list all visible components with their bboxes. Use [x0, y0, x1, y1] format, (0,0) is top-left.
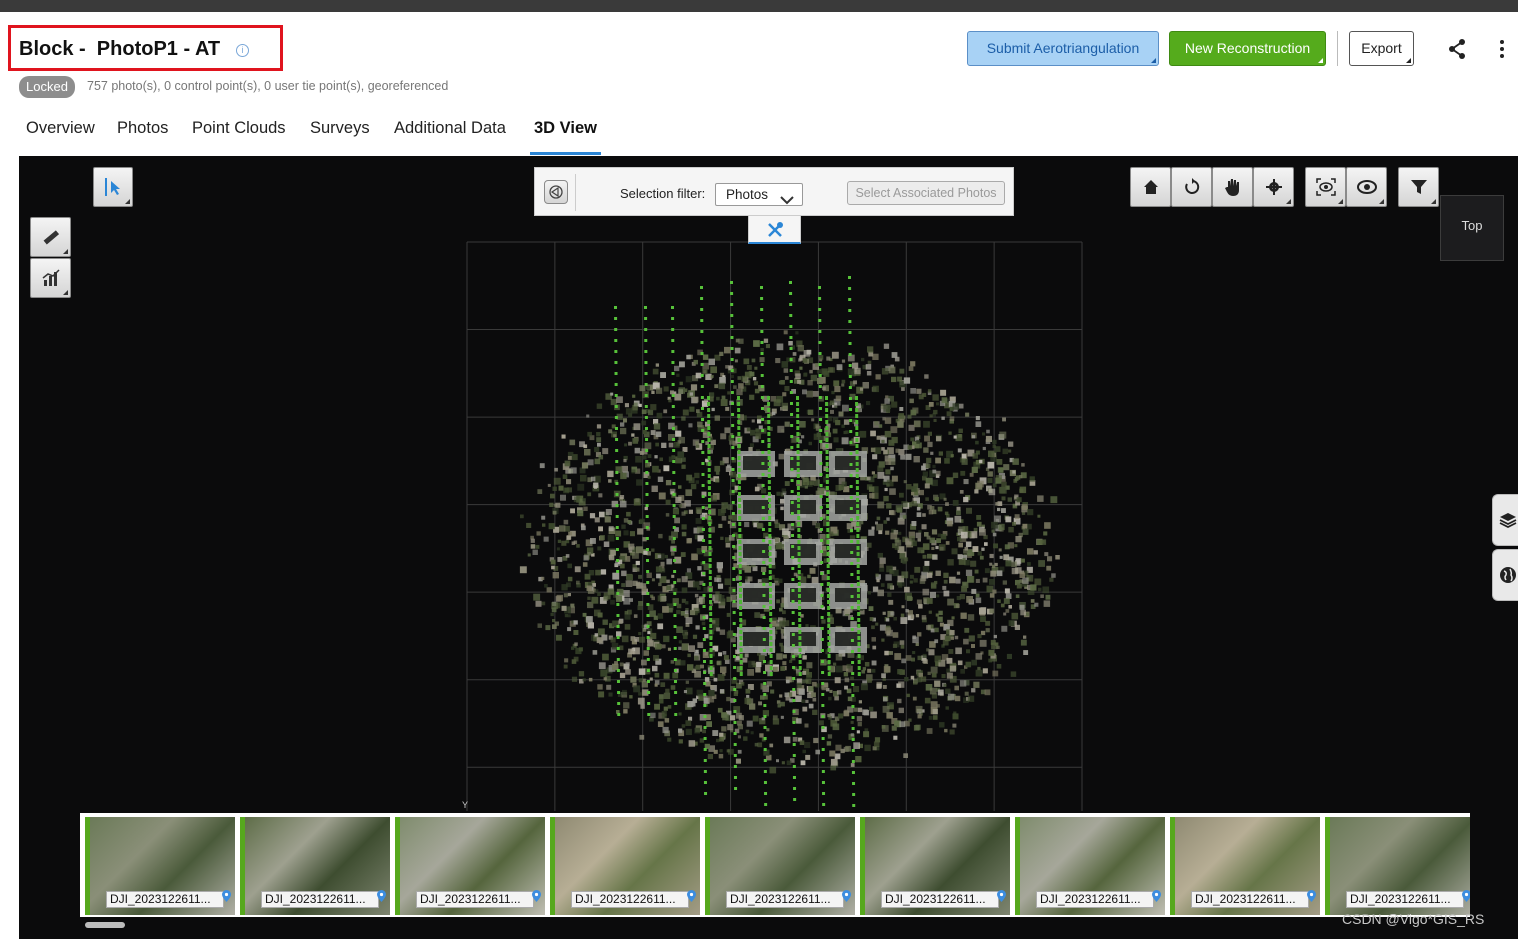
location-pin-icon [532, 889, 541, 907]
layers-icon [1499, 511, 1517, 534]
photo-name: DJI_2023122611... [416, 891, 534, 908]
watermark: CSDN @Vigo*GIS_RS [1342, 911, 1485, 927]
layers-panel-tab[interactable] [1492, 494, 1518, 546]
photo-thumbnail[interactable]: DJI_2023122611... [1015, 817, 1165, 915]
view-orientation-label[interactable]: Top [1440, 195, 1504, 261]
photo-thumbnail[interactable]: DJI_2023122611... [240, 817, 390, 915]
photo-thumbnail[interactable]: DJI_2023122611... [550, 817, 700, 915]
tab-3d-view[interactable]: 3D View [534, 119, 597, 138]
tab-additional-data[interactable]: Additional Data [394, 119, 506, 138]
photo-thumbnail[interactable]: DJI_2023122611... [395, 817, 545, 915]
photo-thumbnail[interactable]: DJI_2023122611... [1325, 817, 1470, 915]
globe-icon [1499, 566, 1517, 589]
tab-surveys[interactable]: Surveys [310, 119, 370, 138]
tab-point-clouds[interactable]: Point Clouds [192, 119, 286, 138]
home-view-button[interactable] [1130, 167, 1171, 207]
photo-thumbnail[interactable]: DJI_2023122611... [85, 817, 235, 915]
block-summary: 757 photo(s), 0 control point(s), 0 user… [87, 79, 449, 93]
dropdown-corner-icon [1379, 199, 1384, 204]
page-title: Block - PhotoP1 - AT [19, 38, 221, 60]
active-tab-indicator [530, 152, 601, 155]
dropdown-corner-icon [1338, 199, 1343, 204]
photo-filmstrip[interactable]: DJI_2023122611... DJI_2023122611... DJI_20… [80, 813, 1470, 917]
selection-filter-label: Selection filter: [620, 186, 706, 201]
settings-button[interactable] [1253, 167, 1294, 207]
photo-name: DJI_2023122611... [881, 891, 999, 908]
toolbar-collapse-button[interactable] [544, 180, 568, 204]
header-divider [1337, 31, 1338, 66]
location-pin-icon [1462, 889, 1470, 907]
pan-button[interactable] [1212, 167, 1253, 207]
photo-name: DJI_2023122611... [571, 891, 689, 908]
photo-thumbnail[interactable]: DJI_2023122611... [1170, 817, 1320, 915]
select-associated-photos-button[interactable]: Select Associated Photos [847, 181, 1005, 205]
geo-panel-tab[interactable] [1492, 549, 1518, 601]
photo-thumbnail[interactable]: DJI_2023122611... [705, 817, 855, 915]
select-tool-button[interactable] [93, 167, 133, 207]
location-pin-icon [1307, 889, 1316, 907]
orbit-button[interactable] [1171, 167, 1212, 207]
tools-tab[interactable] [748, 216, 801, 244]
dropdown-corner-icon [1406, 58, 1411, 63]
chevron-down-icon [780, 190, 794, 211]
dropdown-corner-icon [1151, 58, 1156, 63]
more-options-icon[interactable] [1494, 38, 1510, 60]
filter-divider [575, 174, 576, 211]
window-top-bar [0, 0, 1518, 12]
tab-photos[interactable]: Photos [117, 119, 168, 138]
location-pin-icon [997, 889, 1006, 907]
export-button[interactable]: Export [1349, 31, 1414, 66]
dropdown-corner-icon [1431, 199, 1436, 204]
y-axis-label: Y [462, 800, 469, 810]
dropdown-corner-icon [1318, 58, 1323, 63]
status-badge: Locked [19, 76, 75, 98]
share-icon[interactable] [1447, 38, 1467, 60]
point-cloud [519, 330, 1060, 774]
photo-name: DJI_2023122611... [106, 891, 224, 908]
photo-thumbnail[interactable]: DJI_2023122611... [860, 817, 1010, 915]
photo-name: DJI_2023122611... [1036, 891, 1154, 908]
photo-name: DJI_2023122611... [726, 891, 844, 908]
submit-button-label: Submit Aerotriangulation [986, 40, 1140, 56]
measure-tool-button[interactable] [30, 217, 71, 257]
selection-filter-dropdown[interactable]: Photos [715, 183, 803, 206]
tools-icon [766, 221, 784, 244]
focus-button[interactable] [1305, 167, 1346, 207]
dropdown-corner-icon [1286, 199, 1291, 204]
location-pin-icon [1152, 889, 1161, 907]
analysis-tool-button[interactable] [30, 258, 71, 298]
photo-name: DJI_2023122611... [1191, 891, 1309, 908]
new-reconstruction-button[interactable]: New Reconstruction [1169, 31, 1326, 66]
dropdown-corner-icon [63, 290, 68, 295]
filmstrip-scrollbar[interactable] [85, 922, 125, 928]
filter-button[interactable] [1398, 167, 1439, 207]
location-pin-icon [377, 889, 386, 907]
location-pin-icon [842, 889, 851, 907]
location-pin-icon [687, 889, 696, 907]
new-reconstruction-label: New Reconstruction [1184, 40, 1311, 56]
dropdown-corner-icon [125, 199, 130, 204]
dropdown-corner-icon [63, 249, 68, 254]
info-icon[interactable]: i [236, 44, 249, 57]
export-label: Export [1361, 40, 1402, 56]
selection-filter-bar: Selection filter: Photos Select Associat… [534, 167, 1014, 216]
selection-filter-value: Photos [726, 187, 769, 202]
photo-name: DJI_2023122611... [1346, 891, 1464, 908]
tab-overview[interactable]: Overview [26, 119, 95, 138]
visibility-button[interactable] [1346, 167, 1387, 207]
location-pin-icon [222, 889, 231, 907]
photo-name: DJI_2023122611... [261, 891, 379, 908]
submit-aerotriangulation-button[interactable]: Submit Aerotriangulation [967, 31, 1159, 66]
